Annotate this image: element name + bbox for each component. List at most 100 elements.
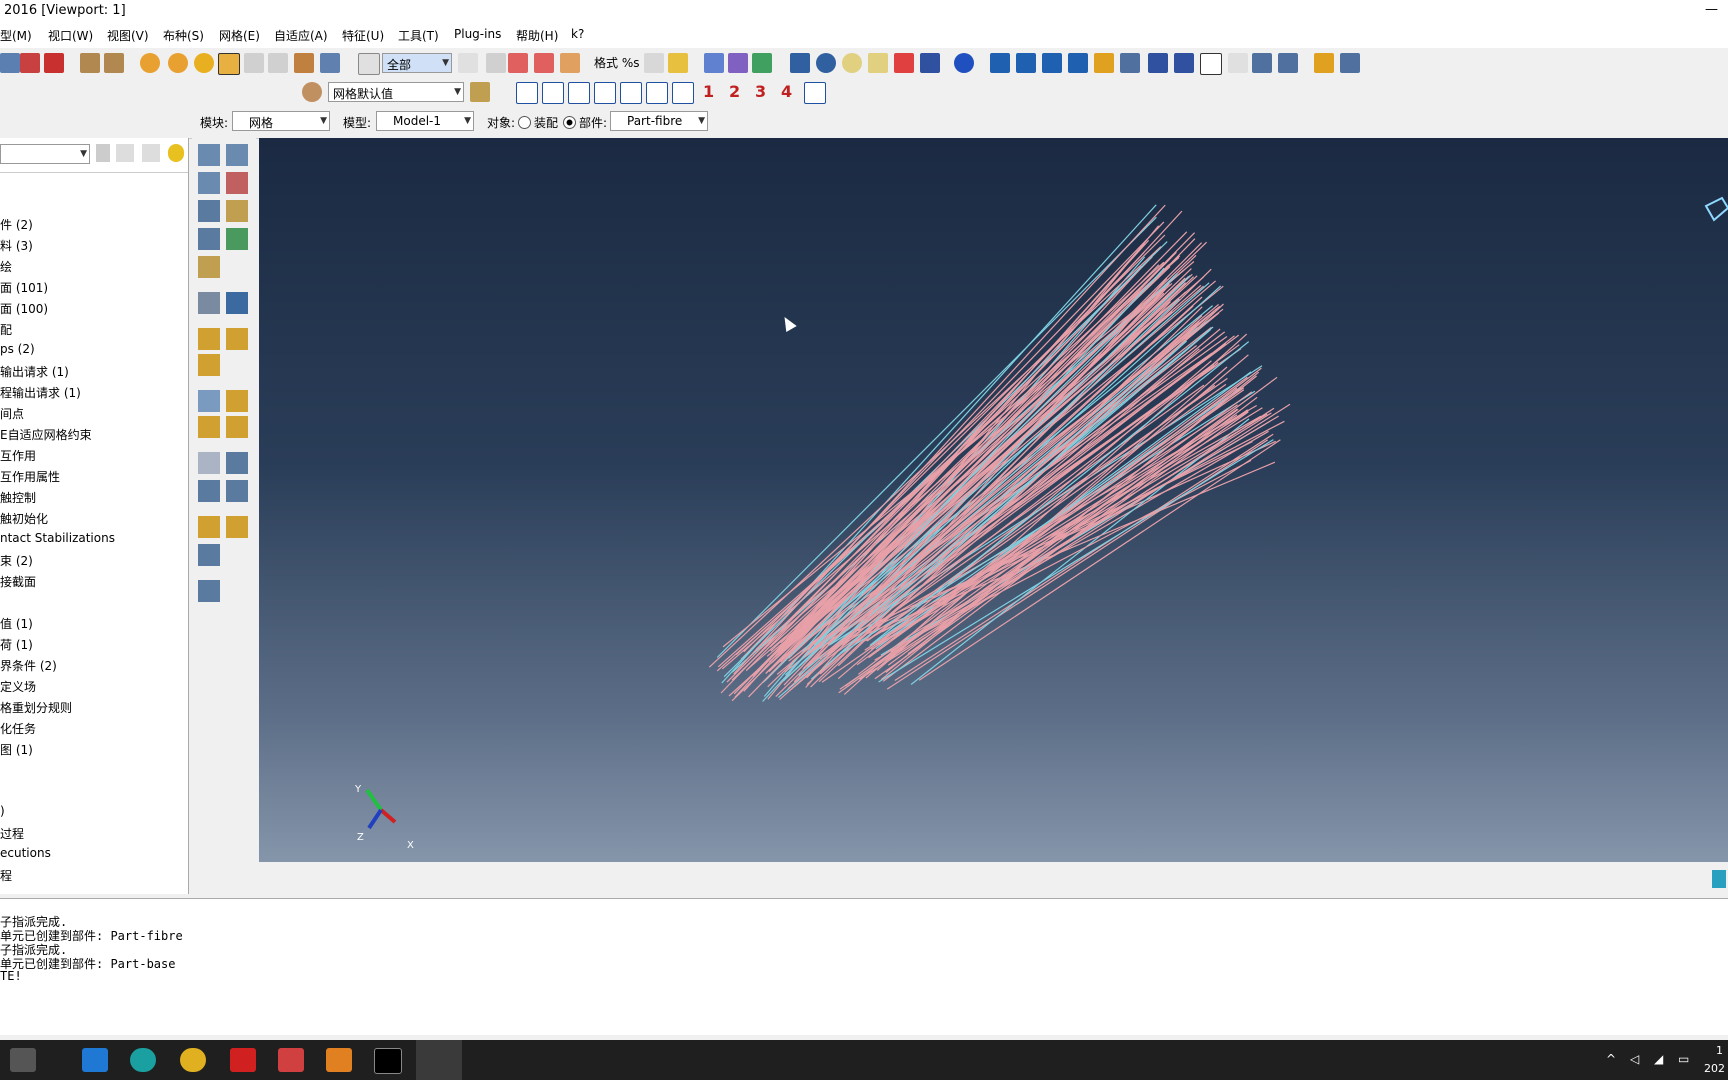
- tree-filter-combo[interactable]: ▼: [0, 144, 90, 164]
- import-icon[interactable]: [20, 53, 40, 73]
- tree-item[interactable]: 定义场: [0, 678, 36, 695]
- select-arrow-icon[interactable]: [358, 53, 380, 75]
- virtual-topology-alt-icon[interactable]: [226, 328, 248, 350]
- tree-item[interactable]: 格重划分规则: [0, 699, 72, 716]
- query-icon[interactable]: [294, 53, 314, 73]
- volume-icon[interactable]: ◁: [1630, 1052, 1639, 1066]
- menu-plugins[interactable]: Plug-ins: [454, 27, 501, 41]
- module-combo[interactable]: 网格 ▼: [232, 111, 330, 131]
- datum-point-icon[interactable]: [198, 452, 220, 474]
- datum-axis-icon[interactable]: [226, 452, 248, 474]
- tree-item[interactable]: 输出请求 (1): [0, 363, 69, 380]
- verify-mesh-icon[interactable]: [226, 228, 248, 250]
- context-help-button[interactable]: k?: [571, 27, 584, 41]
- tree-item[interactable]: E自适应网格约束: [0, 426, 92, 443]
- assign-mesh-icon[interactable]: [198, 292, 220, 314]
- boolean-icon[interactable]: [140, 53, 160, 73]
- tree-filter-icon[interactable]: [142, 144, 160, 162]
- mesh-display-icon[interactable]: [704, 53, 724, 73]
- app-icon[interactable]: [278, 1048, 304, 1072]
- menu-tools[interactable]: 工具(T): [398, 27, 439, 44]
- select-box-icon[interactable]: [486, 53, 506, 73]
- sublime-icon[interactable]: [326, 1048, 352, 1072]
- tree-item[interactable]: 图 (1): [0, 741, 33, 758]
- plug-icon[interactable]: [1314, 53, 1334, 73]
- tree-expand-icon[interactable]: [116, 144, 134, 162]
- tree-item[interactable]: 件 (2): [0, 216, 33, 233]
- partition-cell-icon[interactable]: [198, 256, 220, 278]
- tree-item[interactable]: ): [0, 804, 5, 818]
- menu-mesh[interactable]: 网格(E): [219, 27, 260, 44]
- tree-item[interactable]: 面 (101): [0, 279, 48, 296]
- select-polygon-icon[interactable]: [534, 53, 554, 73]
- tree-item[interactable]: 互作用: [0, 447, 36, 464]
- color-palette-icon[interactable]: [302, 82, 322, 102]
- edge-browser-icon[interactable]: [130, 1048, 156, 1072]
- clock-time[interactable]: 1: [1716, 1044, 1723, 1057]
- zoom-box-icon[interactable]: [868, 53, 888, 73]
- view-triad-icon[interactable]: [804, 82, 826, 104]
- view-iso-icon[interactable]: [672, 82, 694, 104]
- view-4-button[interactable]: 4: [781, 82, 792, 101]
- mesh-part-icon[interactable]: [198, 228, 220, 250]
- abaqus-task-icon[interactable]: [416, 1040, 462, 1080]
- prompt-cancel-icon[interactable]: [1712, 870, 1726, 888]
- viewport[interactable]: Y X Z: [259, 138, 1728, 862]
- tree-item[interactable]: 绘: [0, 258, 12, 275]
- cycle-views-icon[interactable]: [920, 53, 940, 73]
- tile-alt-icon[interactable]: [1016, 53, 1036, 73]
- view-yx-icon[interactable]: [542, 82, 564, 104]
- tree-item[interactable]: 值 (1): [0, 615, 33, 632]
- mesh-display-alt-icon[interactable]: [728, 53, 748, 73]
- virtual-topology-icon[interactable]: [198, 328, 220, 350]
- rotate-icon[interactable]: [816, 53, 836, 73]
- view-zx-icon[interactable]: [620, 82, 642, 104]
- repair-icon[interactable]: [198, 416, 220, 438]
- undo-icon[interactable]: [244, 53, 264, 73]
- mail-icon[interactable]: [82, 1048, 108, 1072]
- tree-item[interactable]: 互作用属性: [0, 468, 60, 485]
- wireframe-icon[interactable]: [644, 53, 664, 73]
- viewport-table-icon[interactable]: [1120, 53, 1140, 73]
- tree-item[interactable]: 间点: [0, 405, 24, 422]
- annotation-select-icon[interactable]: [1228, 53, 1248, 73]
- bottom-up-icon[interactable]: [198, 544, 220, 566]
- battery-icon[interactable]: ▭: [1678, 1052, 1689, 1066]
- vertical-tile-icon[interactable]: [1068, 53, 1088, 73]
- mesh-display-green-icon[interactable]: [752, 53, 772, 73]
- seed-edges-icon[interactable]: [226, 144, 248, 166]
- partition-icon[interactable]: [198, 516, 220, 538]
- menu-seed[interactable]: 布种(S): [163, 27, 204, 44]
- pointer-tool-icon[interactable]: [218, 53, 240, 75]
- menu-viewport[interactable]: 视口(W): [48, 27, 93, 44]
- arrow-annotation-icon[interactable]: [1174, 53, 1194, 73]
- shaded-icon[interactable]: [668, 53, 688, 73]
- view-xy-icon[interactable]: [516, 82, 538, 104]
- tree-item[interactable]: 程输出请求 (1): [0, 384, 81, 401]
- tree-item[interactable]: 面 (100): [0, 300, 48, 317]
- view-cube-icon[interactable]: [1704, 194, 1728, 228]
- minimize-button[interactable]: —: [1705, 2, 1718, 17]
- menu-view[interactable]: 视图(V): [107, 27, 149, 44]
- tree-item[interactable]: 过程: [0, 825, 24, 842]
- select-solid-icon[interactable]: [560, 53, 580, 73]
- annotation-icon[interactable]: [1148, 53, 1168, 73]
- menu-help[interactable]: 帮助(H): [516, 27, 558, 44]
- redo-icon[interactable]: [268, 53, 288, 73]
- split-edge-icon[interactable]: [198, 390, 220, 412]
- horizontal-tile-icon[interactable]: [1042, 53, 1062, 73]
- table-icon[interactable]: [320, 53, 340, 73]
- mesh-controls-icon[interactable]: [198, 200, 220, 222]
- tree-item[interactable]: 界条件 (2): [0, 657, 57, 674]
- element-type-icon[interactable]: [226, 200, 248, 222]
- fit-view-icon[interactable]: [894, 53, 914, 73]
- ladder-icon[interactable]: [80, 53, 100, 73]
- datum-plane-icon[interactable]: [198, 480, 220, 502]
- chrome-icon[interactable]: [180, 1048, 206, 1072]
- terminal-icon[interactable]: [374, 1048, 402, 1074]
- tile-icon[interactable]: [990, 53, 1010, 73]
- tree-item[interactable]: 触控制: [0, 489, 36, 506]
- select-region-icon[interactable]: [508, 53, 528, 73]
- edit-mesh-icon[interactable]: [198, 354, 220, 376]
- clock-date[interactable]: 202: [1704, 1062, 1725, 1075]
